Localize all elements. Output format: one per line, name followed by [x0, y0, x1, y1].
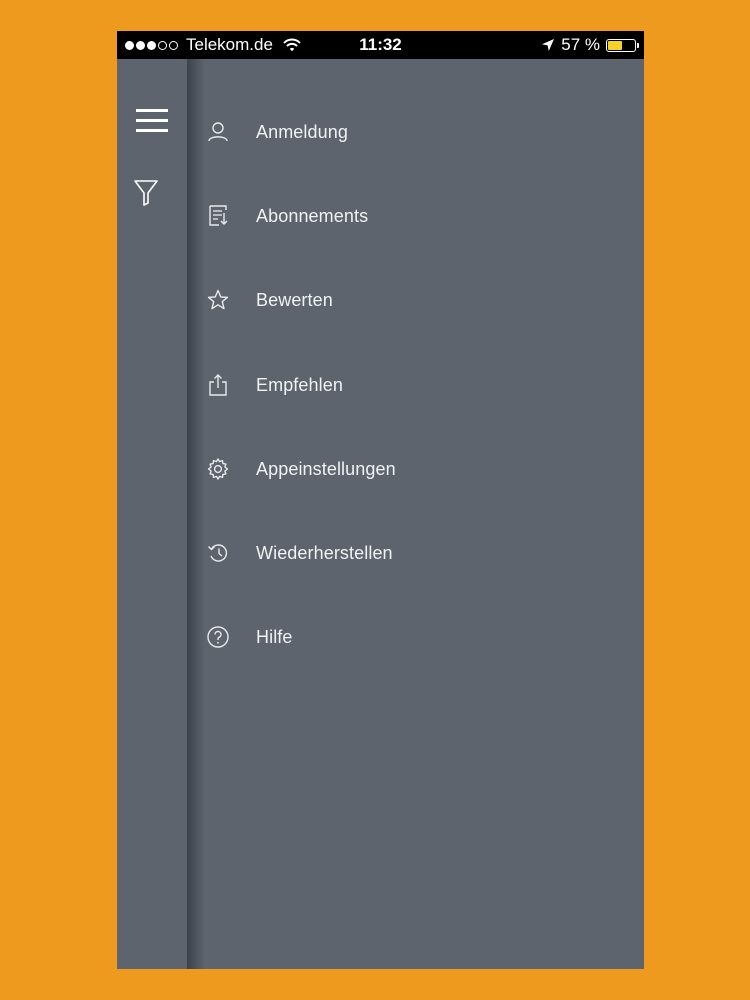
subscription-icon [206, 204, 230, 228]
menu-item-abonnements[interactable]: Abonnements [187, 186, 644, 246]
carrier-name: Telekom.de [186, 35, 273, 54]
gear-icon [206, 457, 230, 481]
menu-item-label: Empfehlen [256, 374, 343, 395]
menu-item-label: Wiederherstellen [256, 542, 393, 563]
menu-item-wiederherstellen[interactable]: Wiederherstellen [187, 523, 644, 583]
hamburger-line [136, 119, 168, 122]
menu-item-label: Abonnements [256, 205, 369, 226]
signal-dot [147, 40, 156, 50]
location-arrow-icon [541, 38, 555, 52]
status-left: Telekom.de [125, 31, 301, 59]
menu-item-label: Bewerten [256, 289, 333, 310]
signal-dot [158, 40, 167, 50]
battery-percentage: 57 % [561, 35, 600, 54]
menu-item-label: Appeinstellungen [256, 458, 396, 479]
menu-item-anmeldung[interactable]: Anmeldung [187, 102, 644, 162]
menu-item-empfehlen[interactable]: Empfehlen [187, 355, 644, 415]
hamburger-icon[interactable] [136, 109, 170, 135]
user-icon [206, 120, 230, 144]
phone-screen: Telekom.de 11:32 57 % Anmeldung Abonneme… [117, 31, 644, 969]
menu-item-label: Anmeldung [256, 121, 348, 142]
battery-nub [637, 42, 639, 48]
hamburger-line [136, 129, 168, 132]
status-right: 57 % [541, 31, 639, 59]
star-icon [206, 288, 230, 312]
signal-strength-icon [125, 40, 178, 50]
battery-level [608, 40, 623, 50]
left-rail [117, 59, 187, 969]
filter-icon[interactable] [133, 179, 159, 207]
battery-icon [606, 38, 639, 52]
help-icon [206, 625, 230, 649]
signal-dot [136, 40, 145, 50]
signal-dot [125, 40, 134, 50]
share-icon [206, 373, 230, 397]
signal-dot [169, 40, 178, 50]
wifi-icon [283, 38, 301, 52]
status-bar: Telekom.de 11:32 57 % [117, 31, 644, 59]
hamburger-line [136, 109, 168, 112]
menu-item-appeinstellungen[interactable]: Appeinstellungen [187, 439, 644, 499]
restore-icon [206, 541, 230, 565]
menu-item-bewerten[interactable]: Bewerten [187, 270, 644, 330]
menu-item-label: Hilfe [256, 626, 293, 647]
menu-item-hilfe[interactable]: Hilfe [187, 607, 644, 667]
